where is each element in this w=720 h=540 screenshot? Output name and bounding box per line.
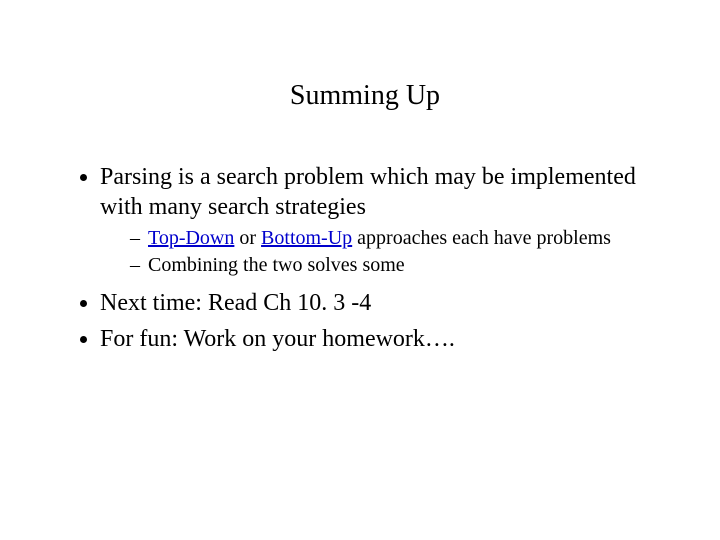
- sub-bullet-list: Top-Down or Bottom-Up approaches each ha…: [100, 226, 660, 278]
- bullet-item: For fun: Work on your homework….: [100, 324, 660, 354]
- text-fragment: approaches each have problems: [352, 227, 611, 249]
- slide: Summing Up Parsing is a search problem w…: [0, 0, 720, 540]
- bottom-up-link[interactable]: Bottom-Up: [261, 227, 352, 249]
- sub-bullet-item: Combining the two solves some: [130, 253, 660, 278]
- bullet-text: Parsing is a search problem which may be…: [100, 164, 636, 220]
- sub-bullet-item: Top-Down or Bottom-Up approaches each ha…: [130, 226, 660, 251]
- top-down-link[interactable]: Top-Down: [148, 227, 234, 249]
- bullet-list: Parsing is a search problem which may be…: [70, 162, 660, 354]
- page-title: Summing Up: [70, 80, 660, 112]
- bullet-item: Parsing is a search problem which may be…: [100, 162, 660, 278]
- text-fragment: or: [234, 227, 261, 249]
- bullet-item: Next time: Read Ch 10. 3 -4: [100, 288, 660, 318]
